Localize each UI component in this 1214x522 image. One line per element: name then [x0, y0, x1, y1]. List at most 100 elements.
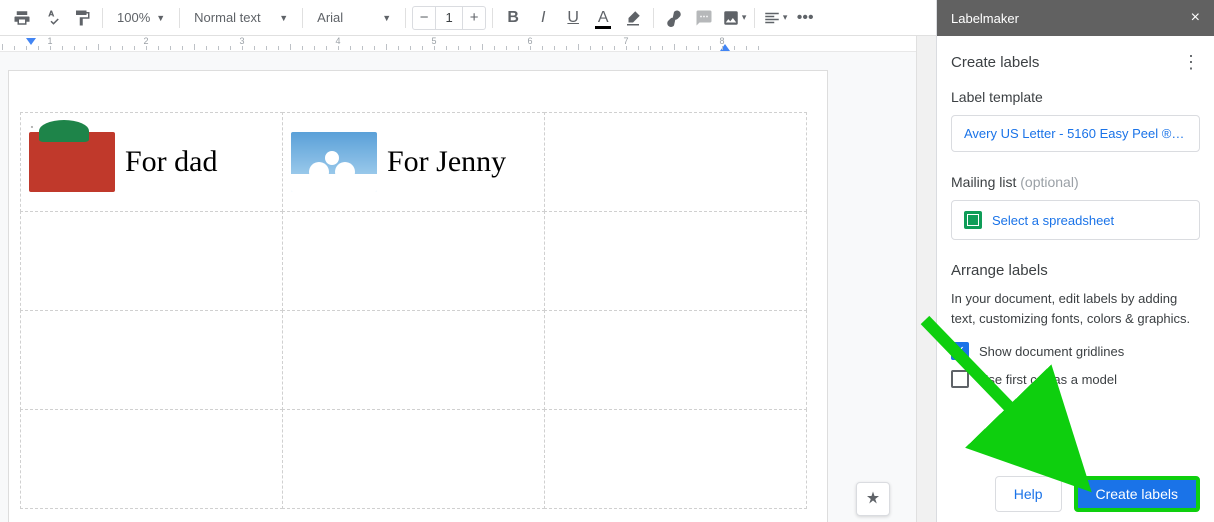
label-text: For Jenny — [387, 146, 506, 178]
ruler-tick — [674, 44, 675, 50]
template-label: Label template — [951, 89, 1200, 105]
template-select[interactable]: Avery US Letter - 5160 Easy Peel ®… — [951, 115, 1200, 152]
mailing-label-text: Mailing list — [951, 174, 1016, 190]
ruler-tick — [554, 46, 555, 50]
label-cell[interactable] — [282, 409, 545, 509]
image-icon[interactable]: ▾ — [720, 4, 748, 32]
ruler-tick — [158, 46, 159, 50]
explore-button[interactable] — [856, 482, 890, 516]
label-cell[interactable] — [20, 409, 283, 509]
document-canvas: ⸼ For dad For Jenny — [0, 52, 936, 522]
ruler-tick — [182, 46, 183, 50]
spellcheck-icon[interactable] — [38, 4, 66, 32]
labelmaker-sidebar: Labelmaker × Create labels ⋮ Label templ… — [936, 0, 1214, 522]
spreadsheet-value: Select a spreadsheet — [992, 213, 1114, 228]
help-label: Help — [1014, 486, 1043, 502]
italic-icon[interactable]: I — [529, 4, 557, 32]
ruler-tick — [662, 46, 663, 50]
help-button[interactable]: Help — [995, 476, 1062, 512]
ruler-tick — [350, 46, 351, 50]
chevron-down-icon: ▾ — [783, 12, 788, 23]
link-icon[interactable] — [660, 4, 688, 32]
ruler-tick — [734, 46, 735, 50]
checkbox-icon: ✓ — [951, 342, 969, 360]
more-vert-icon[interactable]: ⋮ — [1182, 52, 1200, 73]
ruler-tick — [314, 46, 315, 50]
ruler-number: 7 — [623, 36, 628, 46]
fontsize-value[interactable]: 1 — [435, 7, 463, 29]
ruler-tick — [446, 46, 447, 50]
separator — [179, 8, 180, 28]
fontsize-plus[interactable]: + — [463, 9, 485, 26]
underline-icon[interactable]: U — [559, 4, 587, 32]
ruler-tick — [326, 46, 327, 50]
arrange-description: In your document, edit labels by adding … — [951, 289, 1200, 328]
page[interactable]: ⸼ For dad For Jenny — [8, 70, 828, 522]
more-icon[interactable]: ••• — [791, 4, 819, 32]
print-icon[interactable] — [8, 4, 36, 32]
create-section: Create labels ⋮ — [951, 52, 1200, 73]
label-cell[interactable] — [20, 211, 283, 311]
ruler-tick — [482, 44, 483, 50]
create-labels-button[interactable]: Create labels — [1074, 476, 1201, 512]
ruler-tick — [146, 46, 147, 50]
sidebar-header: Labelmaker × — [937, 0, 1214, 36]
fontsize-minus[interactable]: − — [413, 9, 435, 26]
template-value: Avery US Letter - 5160 Easy Peel ®… — [964, 126, 1184, 141]
ruler-tick — [422, 46, 423, 50]
sheets-icon — [964, 211, 982, 229]
font-select[interactable]: Arial▼ — [309, 4, 399, 32]
highlight-icon[interactable] — [619, 4, 647, 32]
ruler-tick — [278, 46, 279, 50]
ruler-tick — [2, 44, 3, 50]
ruler-tick — [722, 46, 723, 50]
close-icon[interactable]: × — [1191, 9, 1200, 27]
gridlines-checkbox[interactable]: ✓ Show document gridlines — [951, 342, 1200, 360]
ruler-tick — [398, 46, 399, 50]
ruler-tick — [134, 46, 135, 50]
ruler-tick — [14, 46, 15, 50]
ruler-number: 6 — [527, 36, 532, 46]
label-cell[interactable] — [544, 112, 807, 212]
ruler-tick — [746, 46, 747, 50]
ruler-tick — [698, 46, 699, 50]
align-icon[interactable]: ▾ — [761, 4, 789, 32]
ruler-tick — [266, 46, 267, 50]
ruler-tick — [578, 44, 579, 50]
ruler-tick — [506, 46, 507, 50]
label-cell[interactable] — [544, 211, 807, 311]
label-cell[interactable] — [282, 211, 545, 311]
scroll-gutter[interactable] — [916, 36, 936, 522]
firstcell-label: Use first cell as a model — [979, 372, 1117, 387]
arrange-label: Arrange labels — [951, 262, 1200, 279]
ruler-tick — [338, 46, 339, 50]
label-cell[interactable] — [544, 310, 807, 410]
ruler-tick — [170, 46, 171, 50]
comment-icon[interactable] — [690, 4, 718, 32]
ruler-number: 5 — [431, 36, 436, 46]
label-cell[interactable]: For dad — [20, 112, 283, 212]
mailing-label: Mailing list (optional) — [951, 174, 1200, 190]
paint-format-icon[interactable] — [68, 4, 96, 32]
zoom-select[interactable]: 100%▼ — [109, 4, 173, 32]
firstcell-checkbox[interactable]: Use first cell as a model — [951, 370, 1200, 388]
ruler-tick — [494, 46, 495, 50]
ruler-tick — [50, 46, 51, 50]
label-row: For dad For Jenny — [21, 113, 811, 212]
bold-icon[interactable]: B — [499, 4, 527, 32]
label-cell[interactable] — [20, 310, 283, 410]
separator — [653, 8, 654, 28]
ruler-tick — [650, 46, 651, 50]
label-cell[interactable] — [282, 310, 545, 410]
winter-image — [291, 132, 377, 192]
label-cell[interactable]: For Jenny — [282, 112, 545, 212]
ruler-number: 3 — [239, 36, 244, 46]
label-cell[interactable] — [544, 409, 807, 509]
sidebar-body: Create labels ⋮ Label template Avery US … — [937, 36, 1214, 414]
ruler-tick — [758, 46, 759, 50]
text-color-icon[interactable]: A — [589, 4, 617, 32]
ruler-tick — [206, 46, 207, 50]
label-text: For dad — [125, 146, 218, 178]
style-select[interactable]: Normal text▼ — [186, 4, 296, 32]
spreadsheet-select[interactable]: Select a spreadsheet — [951, 200, 1200, 240]
